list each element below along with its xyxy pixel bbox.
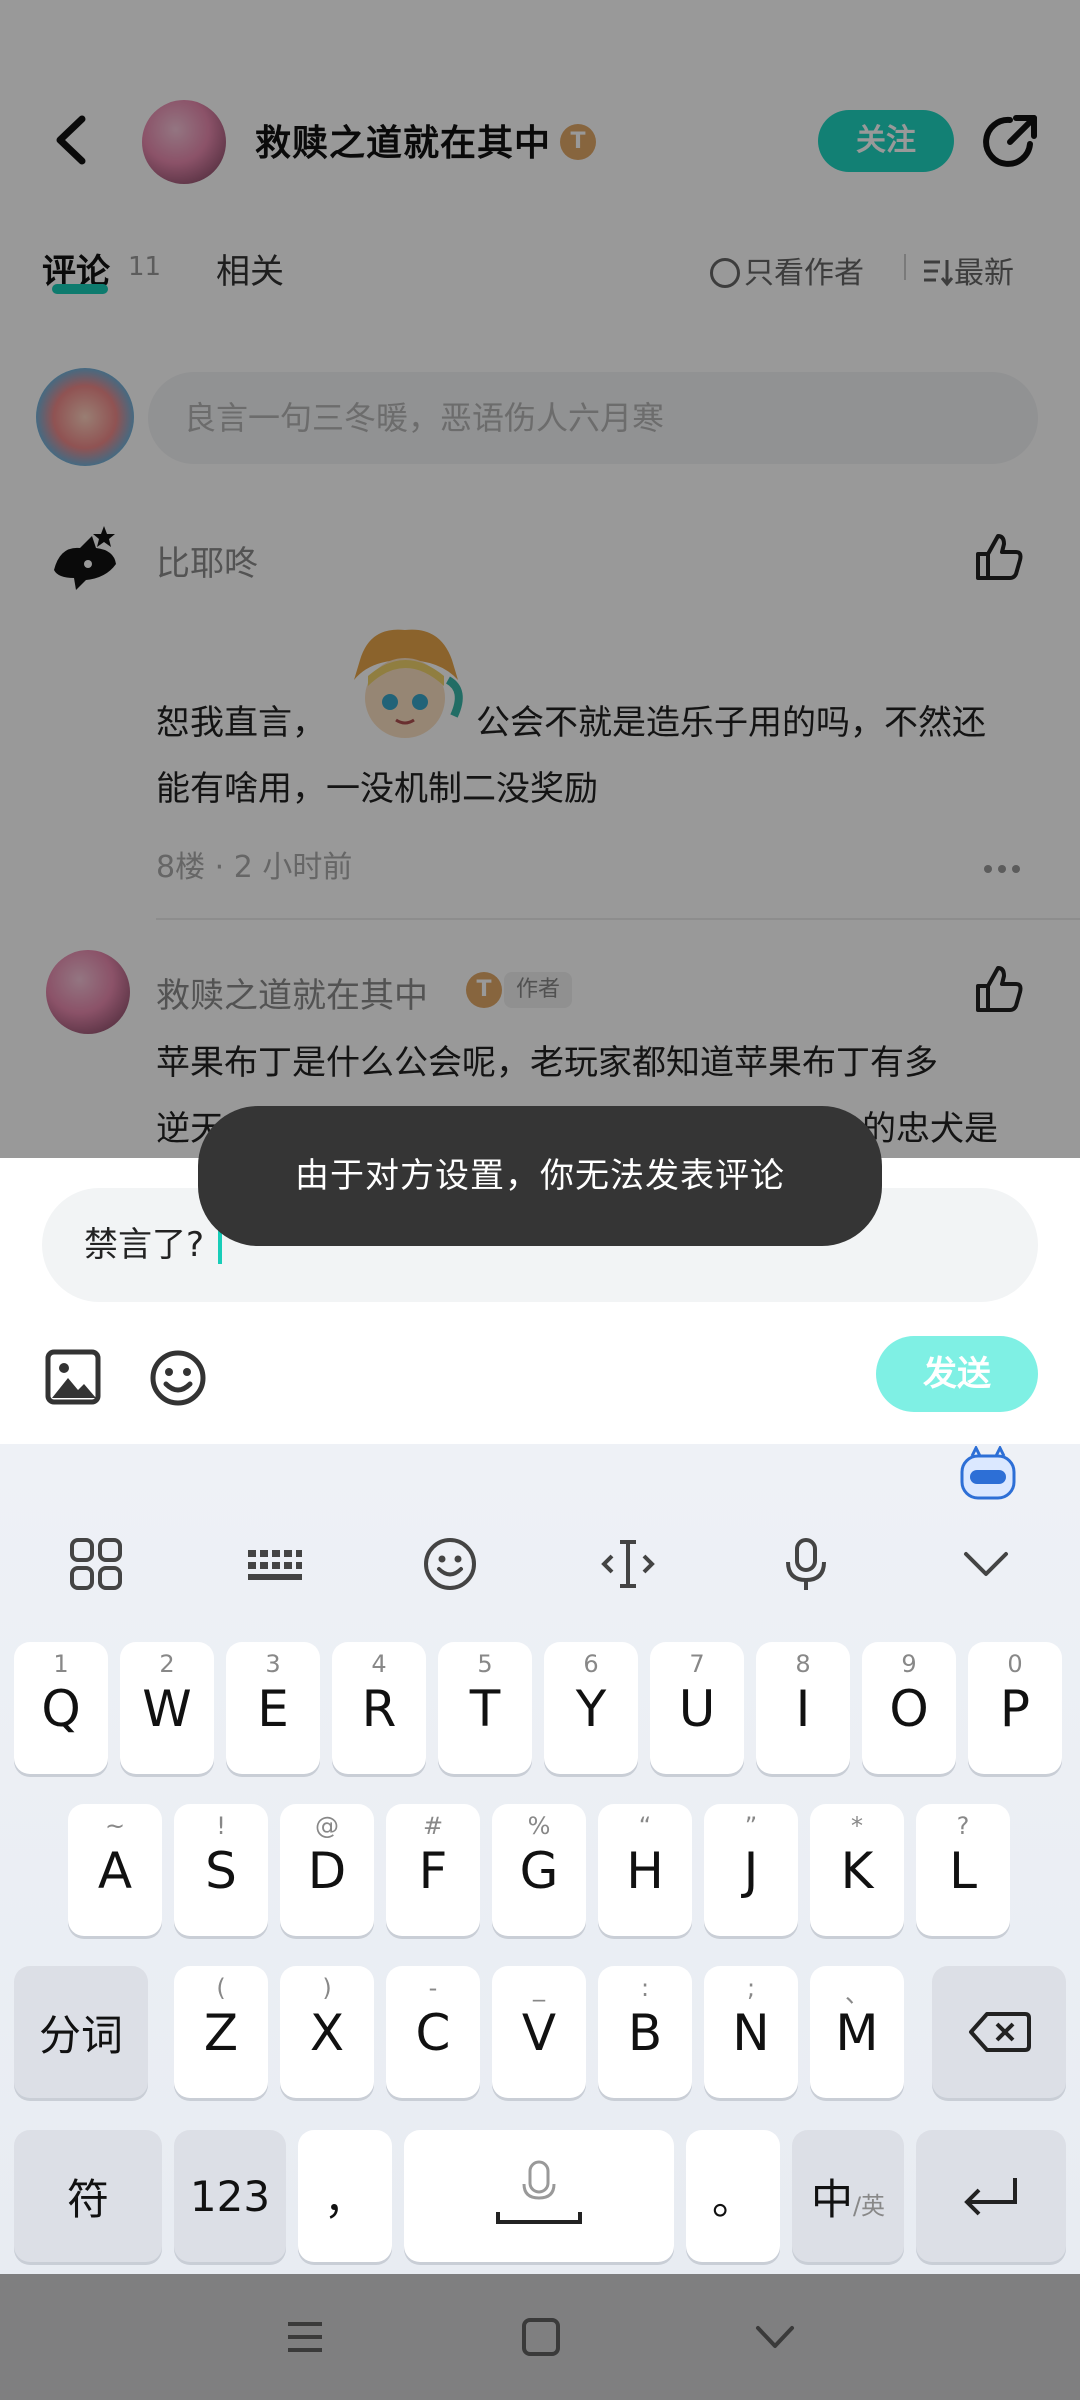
comma-key[interactable]: ，: [298, 2130, 392, 2262]
key-u[interactable]: 7U: [650, 1642, 744, 1774]
back-chevron-icon[interactable]: [752, 2314, 798, 2360]
numbers-key[interactable]: 123: [174, 2130, 286, 2262]
key-j[interactable]: ” J: [704, 1804, 798, 1936]
key-v[interactable]: _ V: [492, 1966, 586, 2098]
key-b[interactable]: :B: [598, 1966, 692, 2098]
key-a[interactable]: ~ A: [68, 1804, 162, 1936]
keyboard: 1Q 2W 3E 4R 5T 6Y 7U 8I 9O 0P ~ A ! S @ D #…: [0, 1444, 1080, 2274]
key-x[interactable]: ) X: [280, 1966, 374, 2098]
backspace-icon: [969, 2012, 1031, 2052]
key-w[interactable]: 2W: [120, 1642, 214, 1774]
key-f[interactable]: # F: [386, 1804, 480, 1936]
keyboard-layout-icon[interactable]: [244, 1534, 304, 1594]
backspace-key[interactable]: [932, 1966, 1066, 2098]
keyboard-assistant-icon[interactable]: [958, 1446, 1018, 1502]
toast-message: 由于对方设置，你无法发表评论: [198, 1106, 882, 1246]
key-i[interactable]: 8I: [756, 1642, 850, 1774]
key-e[interactable]: 3E: [226, 1642, 320, 1774]
key-h[interactable]: “H: [598, 1804, 692, 1936]
image-icon[interactable]: [44, 1348, 102, 1406]
key-g[interactable]: % G: [492, 1804, 586, 1936]
chevron-down-icon[interactable]: [956, 1534, 1016, 1594]
key-m[interactable]: 、 M: [810, 1966, 904, 2098]
cursor-move-icon[interactable]: [598, 1534, 658, 1594]
key-o[interactable]: 9O: [862, 1642, 956, 1774]
key-p[interactable]: 0P: [968, 1642, 1062, 1774]
menu-icon[interactable]: [282, 2314, 328, 2360]
key-s[interactable]: ! S: [174, 1804, 268, 1936]
period-key[interactable]: 。: [686, 2130, 780, 2262]
key-r[interactable]: 4R: [332, 1642, 426, 1774]
emoji-icon[interactable]: [420, 1534, 480, 1594]
key-z[interactable]: (Z: [174, 1966, 268, 2098]
key-l[interactable]: ? L: [916, 1804, 1010, 1936]
key-t[interactable]: 5T: [438, 1642, 532, 1774]
reply-input-value: 禁言了?: [84, 1225, 205, 1265]
home-icon[interactable]: [518, 2314, 564, 2360]
enter-key[interactable]: [916, 2130, 1066, 2262]
voice-space-icon: [496, 2160, 582, 2224]
emoji-icon[interactable]: [148, 1348, 208, 1408]
dim-overlay[interactable]: [0, 0, 1080, 1158]
key-y[interactable]: 6Y: [544, 1642, 638, 1774]
microphone-icon[interactable]: [776, 1534, 836, 1594]
key-k[interactable]: * K: [810, 1804, 904, 1936]
symbols-key[interactable]: 符: [14, 2130, 162, 2262]
segment-key[interactable]: 分词: [14, 1966, 148, 2098]
apps-grid-icon[interactable]: [66, 1534, 126, 1594]
language-switch-key[interactable]: 中/英: [792, 2130, 904, 2262]
key-n[interactable]: ; N: [704, 1966, 798, 2098]
system-nav-bar: [0, 2274, 1080, 2400]
key-q[interactable]: 1Q: [14, 1642, 108, 1774]
send-button[interactable]: 发送: [876, 1336, 1038, 1412]
enter-icon: [964, 2178, 1017, 2216]
key-c[interactable]: -C: [386, 1966, 480, 2098]
space-key[interactable]: [404, 2130, 674, 2262]
key-d[interactable]: @ D: [280, 1804, 374, 1936]
